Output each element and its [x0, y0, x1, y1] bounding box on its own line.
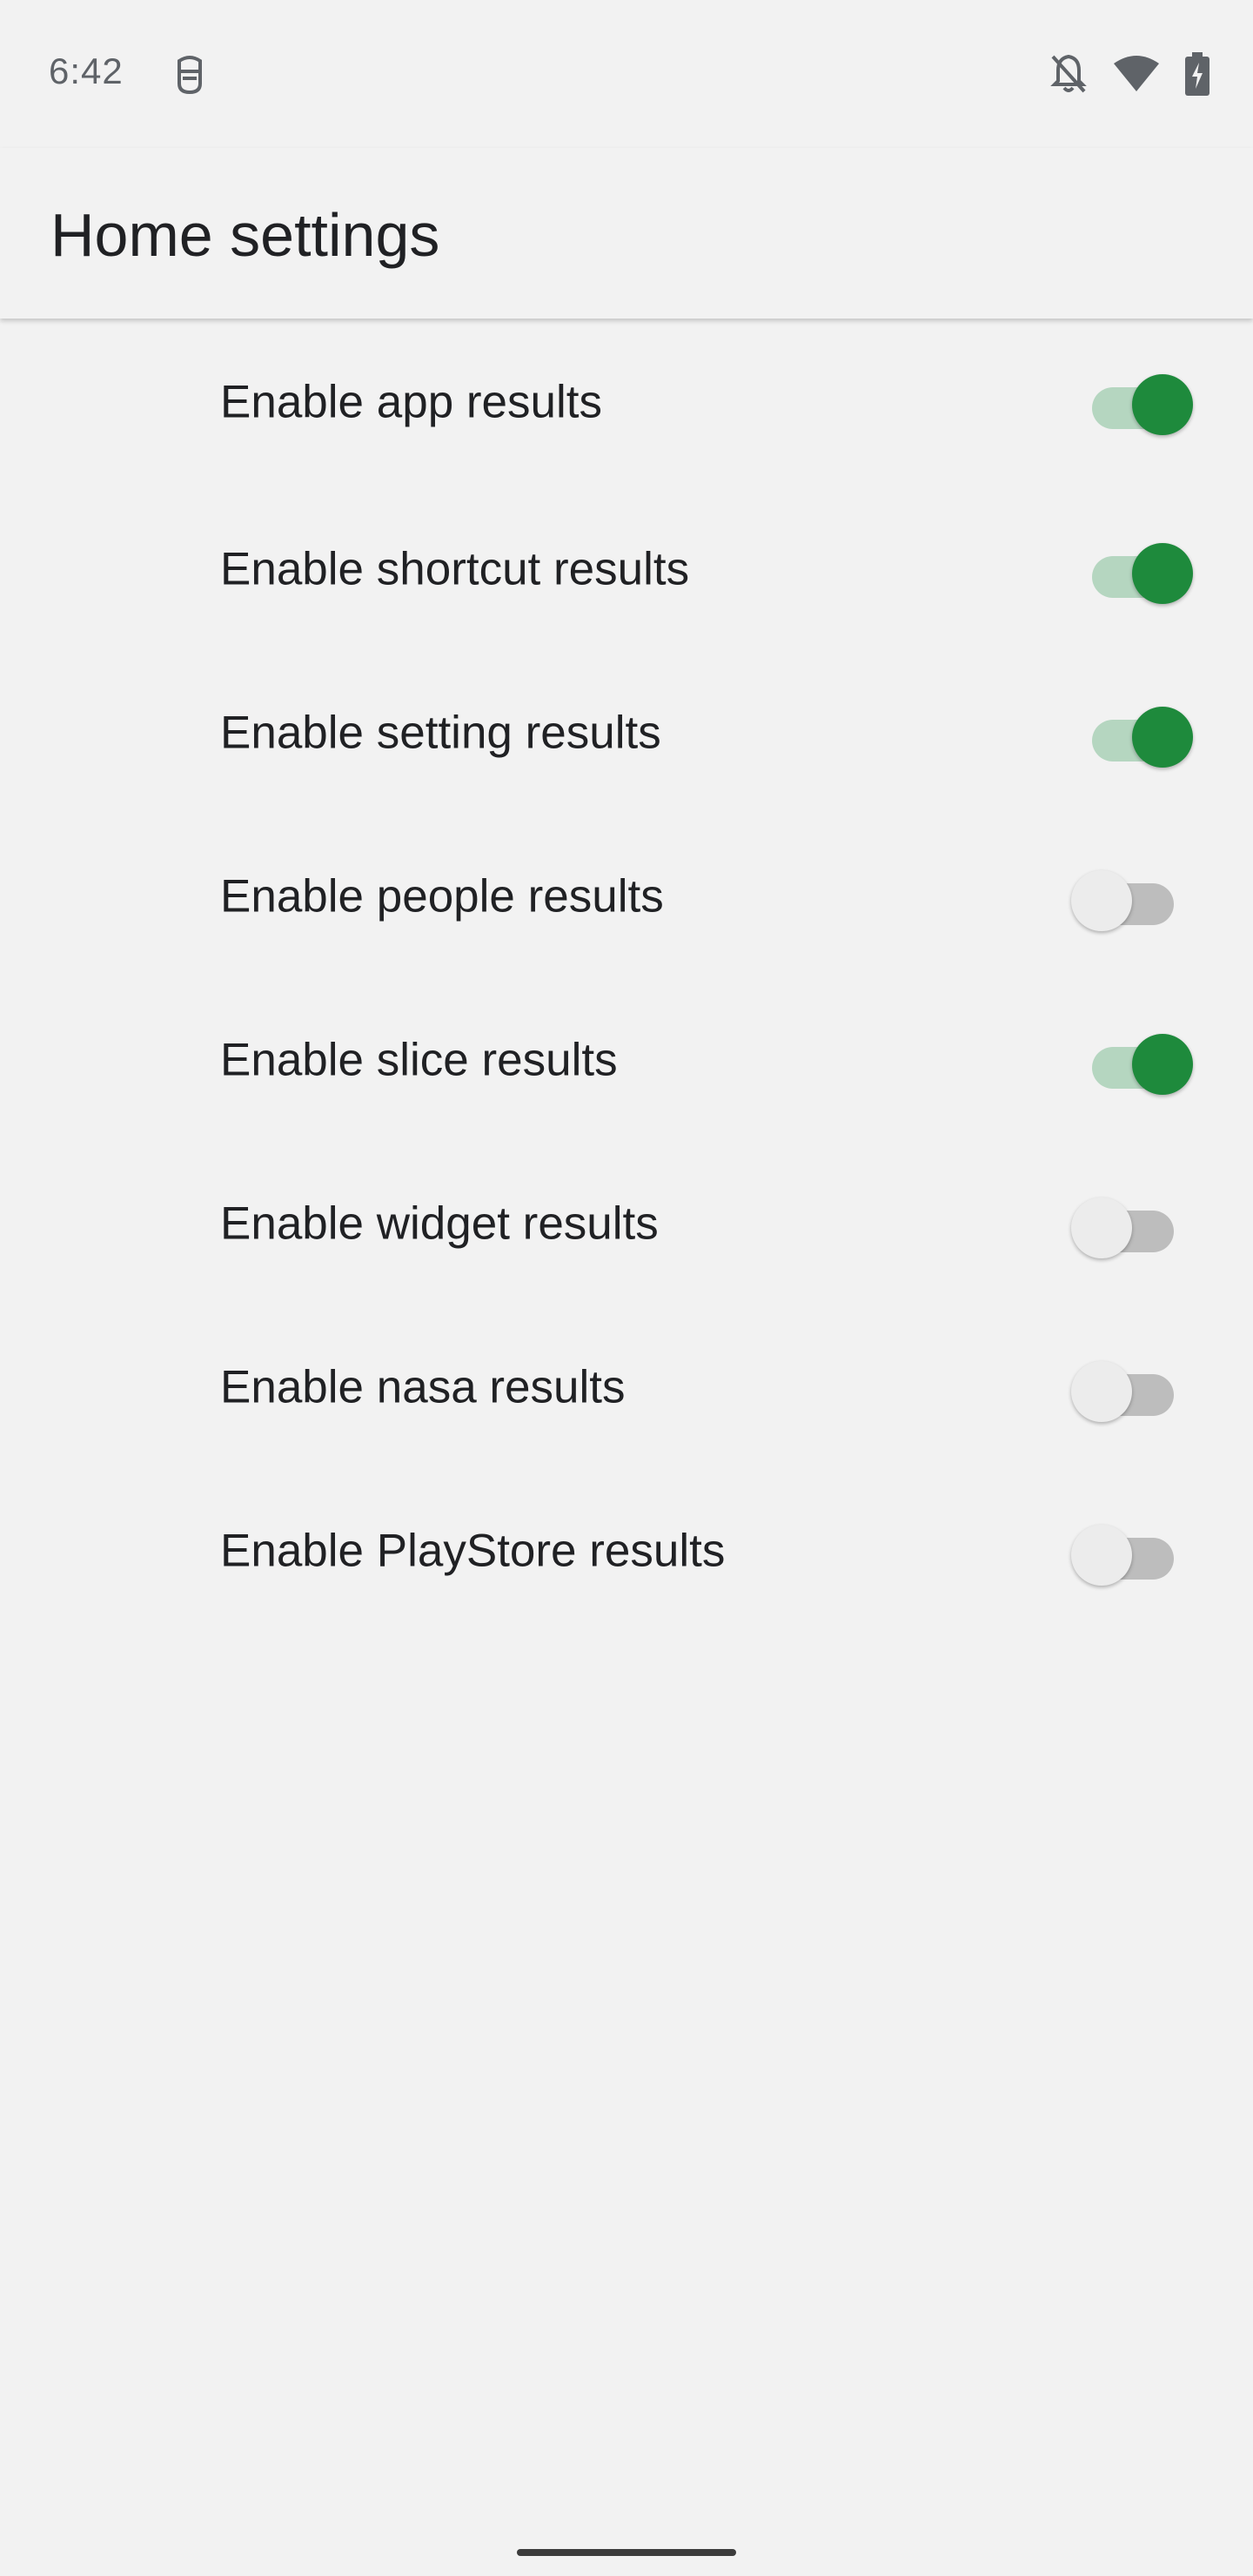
status-icons	[1049, 52, 1209, 96]
app-bar: Home settings	[0, 148, 1253, 319]
app-notification-icon	[178, 56, 202, 95]
setting-row-playstore-results[interactable]: Enable PlayStore results	[0, 1469, 1253, 1633]
setting-row-shortcut-results[interactable]: Enable shortcut results	[0, 487, 1253, 651]
setting-row-slice-results[interactable]: Enable slice results	[0, 978, 1253, 1142]
setting-label: Enable app results	[220, 376, 603, 428]
status-bar: 6:42	[0, 0, 1253, 148]
switch-thumb	[1071, 1197, 1132, 1258]
setting-label: Enable nasa results	[220, 1361, 626, 1413]
setting-row-widget-results[interactable]: Enable widget results	[0, 1142, 1253, 1305]
navigation-handle[interactable]	[517, 2549, 736, 2556]
bell-off-icon	[1050, 54, 1087, 93]
app-results-switch[interactable]	[1071, 366, 1193, 435]
setting-label: Enable PlayStore results	[220, 1525, 726, 1577]
setting-row-people-results[interactable]: Enable people results	[0, 815, 1253, 978]
slice-results-switch[interactable]	[1071, 1025, 1193, 1095]
people-results-switch[interactable]	[1071, 862, 1193, 931]
page-title: Home settings	[50, 201, 440, 269]
setting-label: Enable slice results	[220, 1034, 618, 1086]
setting-label: Enable setting results	[220, 707, 661, 759]
setting-row-setting-results[interactable]: Enable setting results	[0, 651, 1253, 815]
switch-thumb	[1132, 543, 1193, 604]
switch-thumb	[1071, 870, 1132, 931]
wifi-icon	[1114, 56, 1159, 91]
setting-label: Enable people results	[220, 870, 664, 922]
settings-list: Enable app results Enable shortcut resul…	[0, 319, 1253, 1633]
setting-row-nasa-results[interactable]: Enable nasa results	[0, 1305, 1253, 1469]
status-time: 6:42	[49, 50, 124, 91]
setting-label: Enable shortcut results	[220, 543, 690, 595]
battery-charging-icon	[1185, 52, 1209, 96]
setting-row-app-results[interactable]: Enable app results	[0, 319, 1253, 487]
setting-label: Enable widget results	[220, 1197, 659, 1250]
setting-results-switch[interactable]	[1071, 698, 1193, 768]
widget-results-switch[interactable]	[1071, 1189, 1193, 1258]
shortcut-results-switch[interactable]	[1071, 534, 1193, 604]
switch-thumb	[1132, 374, 1193, 435]
nasa-results-switch[interactable]	[1071, 1352, 1193, 1422]
switch-thumb	[1071, 1525, 1132, 1586]
playstore-results-switch[interactable]	[1071, 1516, 1193, 1586]
switch-thumb	[1071, 1361, 1132, 1422]
switch-thumb	[1132, 1034, 1193, 1095]
switch-thumb	[1132, 707, 1193, 768]
